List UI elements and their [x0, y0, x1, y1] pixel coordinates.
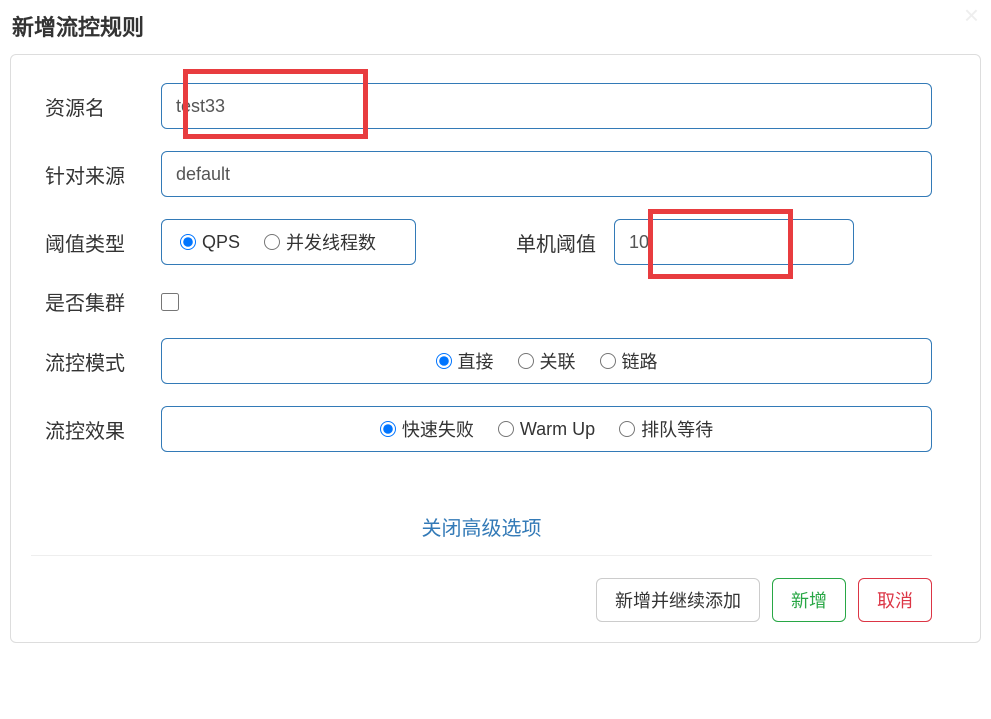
- label-cluster: 是否集群: [31, 287, 161, 316]
- radio-mode-chain-input[interactable]: [600, 353, 616, 369]
- radio-mode-relate-label: 关联: [540, 348, 576, 374]
- radio-mode-direct[interactable]: 直接: [436, 348, 494, 374]
- radio-effect-warmup-input[interactable]: [498, 421, 514, 437]
- row-cluster: 是否集群: [31, 287, 932, 316]
- row-flow-mode: 流控模式 直接 关联 链路: [31, 338, 932, 384]
- label-resource: 资源名: [31, 92, 161, 121]
- radio-mode-relate-input[interactable]: [518, 353, 534, 369]
- label-flow-mode: 流控模式: [31, 347, 161, 376]
- radio-effect-warmup[interactable]: Warm Up: [498, 419, 595, 440]
- radio-effect-failfast[interactable]: 快速失败: [380, 416, 474, 442]
- radio-threads-label: 并发线程数: [286, 229, 376, 255]
- label-source: 针对来源: [31, 160, 161, 189]
- row-threshold: 阈值类型 QPS 并发线程数 单机阈值: [31, 219, 932, 265]
- radio-qps[interactable]: QPS: [180, 232, 240, 253]
- toggle-advanced-link[interactable]: 关闭高级选项: [31, 474, 932, 555]
- close-icon[interactable]: ×: [964, 2, 979, 28]
- modal-title: 新增流控规则: [12, 15, 144, 40]
- threshold-value-input[interactable]: [614, 219, 854, 265]
- radio-qps-input[interactable]: [180, 234, 196, 250]
- radio-mode-chain-label: 链路: [622, 348, 658, 374]
- source-input[interactable]: [161, 151, 932, 197]
- radio-effect-queue[interactable]: 排队等待: [619, 416, 713, 442]
- row-flow-effect: 流控效果 快速失败 Warm Up 排队等待: [31, 406, 932, 452]
- add-continue-button[interactable]: 新增并继续添加: [596, 578, 760, 622]
- row-resource: 资源名: [31, 83, 932, 129]
- label-single-threshold: 单机阈值: [516, 228, 596, 257]
- modal-footer: 新增并继续添加 新增 取消: [31, 555, 932, 622]
- flow-effect-box: 快速失败 Warm Up 排队等待: [161, 406, 932, 452]
- radio-effect-failfast-input[interactable]: [380, 421, 396, 437]
- radio-effect-queue-input[interactable]: [619, 421, 635, 437]
- radio-mode-chain[interactable]: 链路: [600, 348, 658, 374]
- radio-threads-input[interactable]: [264, 234, 280, 250]
- radio-effect-failfast-label: 快速失败: [402, 416, 474, 442]
- modal-body: 资源名 针对来源 阈值类型 QPS 并发线程数 单机阈值: [10, 54, 981, 643]
- radio-mode-direct-label: 直接: [458, 348, 494, 374]
- radio-mode-relate[interactable]: 关联: [518, 348, 576, 374]
- radio-qps-label: QPS: [202, 232, 240, 253]
- modal-header: 新增流控规则 ×: [0, 0, 991, 54]
- radio-threads[interactable]: 并发线程数: [264, 229, 376, 255]
- radio-mode-direct-input[interactable]: [436, 353, 452, 369]
- cancel-button[interactable]: 取消: [858, 578, 932, 622]
- label-threshold-type: 阈值类型: [31, 228, 161, 257]
- radio-effect-warmup-label: Warm Up: [520, 419, 595, 440]
- row-source: 针对来源: [31, 151, 932, 197]
- add-button[interactable]: 新增: [772, 578, 846, 622]
- cluster-checkbox[interactable]: [161, 293, 179, 311]
- flow-mode-box: 直接 关联 链路: [161, 338, 932, 384]
- threshold-type-box: QPS 并发线程数: [161, 219, 416, 265]
- label-flow-effect: 流控效果: [31, 415, 161, 444]
- resource-input[interactable]: [161, 83, 932, 129]
- radio-effect-queue-label: 排队等待: [641, 416, 713, 442]
